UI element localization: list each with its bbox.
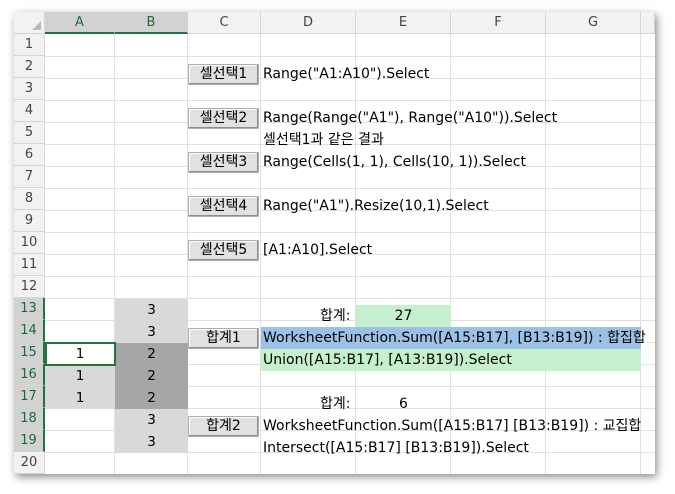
column-header-f[interactable]: F (451, 12, 546, 34)
worksheet-grid[interactable]: A B C D E F G 1 2 3 4 5 6 7 8 9 10 11 12… (14, 12, 655, 474)
select-cell-2-button[interactable]: 셀선택2 (188, 108, 259, 129)
code-text-row-18: WorksheetFunction.Sum([A15:B17] [B13:B19… (263, 418, 642, 434)
row-header-20[interactable]: 20 (14, 452, 45, 474)
select-cell-3-button[interactable]: 셀선택3 (188, 152, 259, 173)
total-value-1: 27 (394, 308, 413, 324)
excel-window: A B C D E F G 1 2 3 4 5 6 7 8 9 10 11 12… (14, 12, 655, 474)
row-header-4[interactable]: 4 (14, 100, 45, 122)
row-header-1[interactable]: 1 (14, 34, 45, 56)
cell-b16[interactable]: 2 (115, 365, 188, 387)
code-text-row-2: Range("A1:A10").Select (263, 66, 430, 82)
cell-b15[interactable]: 2 (115, 343, 188, 365)
row-header-16[interactable]: 16 (14, 364, 45, 386)
code-text-row-10: [A1:A10].Select (263, 242, 373, 258)
cell-b17[interactable]: 2 (115, 387, 188, 409)
total-value-2: 6 (399, 396, 408, 412)
select-cell-1-button[interactable]: 셀선택1 (188, 64, 259, 85)
column-header-d[interactable]: D (261, 12, 356, 34)
select-all-corner[interactable] (14, 12, 45, 34)
row-header-8[interactable]: 8 (14, 188, 45, 210)
column-header-a[interactable]: A (45, 12, 115, 34)
active-cell-a15 (45, 342, 116, 366)
row-header-13[interactable]: 13 (14, 298, 45, 320)
code-text-row-4: Range(Range("A1"), Range("A10")).Select (263, 110, 558, 126)
cell-a17[interactable]: 1 (45, 387, 115, 409)
row-header-10[interactable]: 10 (14, 232, 45, 254)
code-text-row-19: Intersect([A15:B17] [B13:B19]).Select (263, 440, 529, 456)
row-header-12[interactable]: 12 (14, 276, 45, 298)
cell-b19[interactable]: 3 (115, 431, 188, 453)
select-cell-4-button[interactable]: 셀선택4 (188, 196, 259, 217)
row-header-11[interactable]: 11 (14, 254, 45, 276)
cell-b13[interactable]: 3 (115, 299, 188, 321)
total-label-2: 합계: (320, 396, 351, 412)
note-text-row-5: 셀선택1과 같은 결과 (263, 132, 384, 148)
sum-1-button[interactable]: 합계1 (188, 328, 259, 349)
row-header-6[interactable]: 6 (14, 144, 45, 166)
column-header-empty (641, 12, 655, 34)
cell-b14[interactable]: 3 (115, 321, 188, 343)
column-header-g[interactable]: G (546, 12, 641, 34)
row-header-3[interactable]: 3 (14, 78, 45, 100)
column-header-c[interactable]: C (188, 12, 261, 34)
row-header-5[interactable]: 5 (14, 122, 45, 144)
row-header-7[interactable]: 7 (14, 166, 45, 188)
row-header-15[interactable]: 15 (14, 342, 45, 364)
sum-2-button[interactable]: 합계2 (188, 416, 259, 437)
select-cell-5-button[interactable]: 셀선택5 (188, 240, 259, 261)
row-header-18[interactable]: 18 (14, 408, 45, 430)
column-header-e[interactable]: E (356, 12, 451, 34)
code-text-row-6: Range(Cells(1, 1), Cells(10, 1)).Select (263, 154, 526, 170)
row-header-17[interactable]: 17 (14, 386, 45, 408)
cell-a16[interactable]: 1 (45, 365, 115, 387)
code-text-row-15: Union([A15:B17], [A13:B19]).Select (263, 352, 512, 368)
code-text-row-8: Range("A1").Resize(10,1).Select (263, 198, 489, 214)
code-text-row-14: WorksheetFunction.Sum([A15:B17], [B13:B1… (263, 330, 646, 346)
cell-b18[interactable]: 3 (115, 409, 188, 431)
column-header-b[interactable]: B (115, 12, 188, 34)
row-header-19[interactable]: 19 (14, 430, 45, 452)
row-header-2[interactable]: 2 (14, 56, 45, 78)
total-label-1: 합계: (320, 308, 351, 324)
row-header-14[interactable]: 14 (14, 320, 45, 342)
row-header-9[interactable]: 9 (14, 210, 45, 232)
